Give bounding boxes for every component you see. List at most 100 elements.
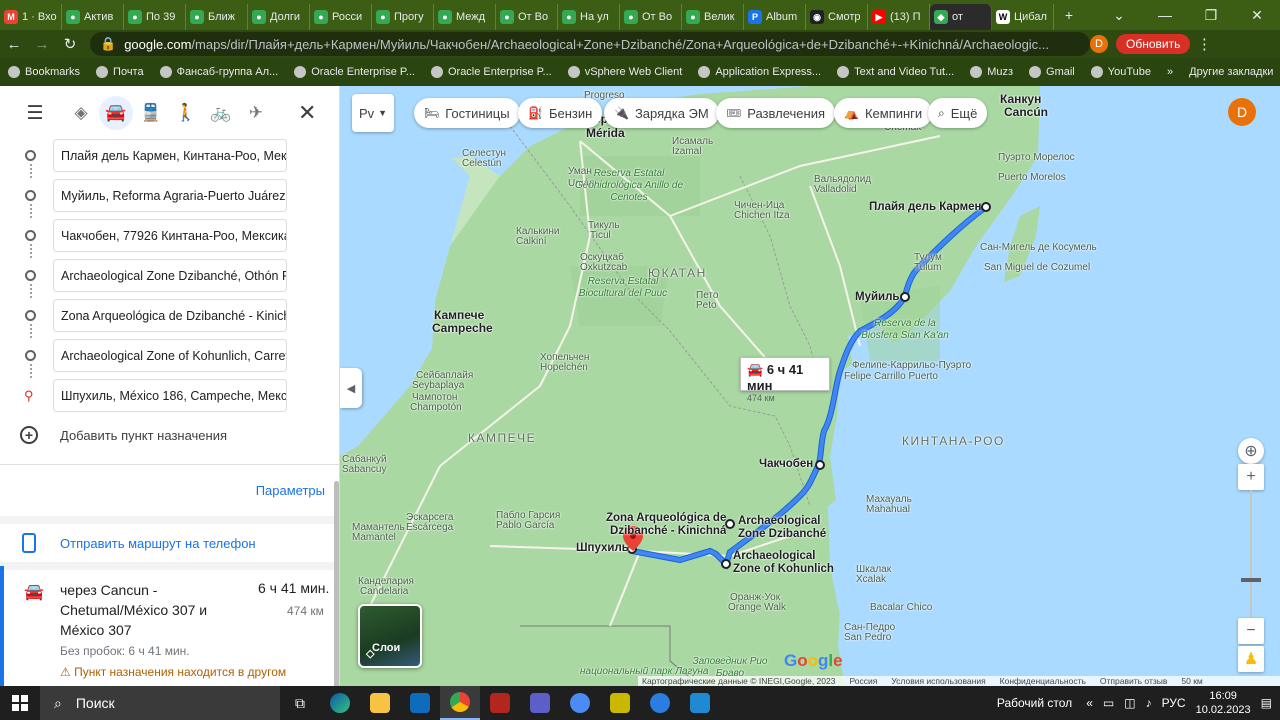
notifications-icon[interactable]: ▤ xyxy=(1261,696,1272,710)
bookmark-item[interactable]: vSphere Web Client xyxy=(567,66,682,78)
best-route-icon[interactable]: ◈ xyxy=(64,96,98,130)
waypoint-label-kohunlich[interactable]: Archaeological Zone of Kohunlich xyxy=(733,550,834,576)
browser-tab[interactable]: ● По 39 xyxy=(124,4,186,30)
taskbar-search[interactable]: ⌕ Поиск xyxy=(40,686,280,720)
bookmark-item[interactable]: Oracle Enterprise P... xyxy=(294,66,415,78)
waypoint-input[interactable]: Муйиль, Reforma Agraria-Puerto Juárez xyxy=(53,179,287,212)
new-tab-button[interactable]: + xyxy=(1054,7,1084,23)
waypoint-label-playa[interactable]: Плайя дель Кармен xyxy=(869,201,981,214)
chrome-icon[interactable] xyxy=(440,686,480,720)
hamburger-menu-icon[interactable]: ☰ xyxy=(18,96,52,130)
browser-tab[interactable]: ● Прогу xyxy=(372,4,434,30)
zoom-slider-thumb[interactable] xyxy=(1241,578,1261,582)
panel-scrollbar[interactable] xyxy=(334,481,339,686)
browser-tab[interactable]: P Album xyxy=(744,4,806,30)
bookmark-item[interactable]: Почта xyxy=(96,66,144,78)
chip-hotels[interactable]: 🛏 Гостиницы xyxy=(414,98,520,128)
transit-mode-icon[interactable]: 🚆 xyxy=(134,96,168,130)
pegman-icon[interactable]: ♟ xyxy=(1238,646,1264,672)
bookmark-item[interactable]: Gmail xyxy=(1029,66,1075,78)
browser-tab[interactable]: ● Актив xyxy=(62,4,124,30)
vscode-icon[interactable] xyxy=(680,686,720,720)
network-icon[interactable]: ◫ xyxy=(1124,696,1135,710)
app-yellow-icon[interactable] xyxy=(600,686,640,720)
map-canvas[interactable]: МеридаMéridaКанкунCancúnКампечеCampecheЮ… xyxy=(340,86,1280,686)
waypoint-label-chacchoben[interactable]: Чакчобен xyxy=(759,458,813,471)
close-directions-icon[interactable]: ✕ xyxy=(298,100,316,126)
bike-mode-icon[interactable]: 🚲 xyxy=(204,96,238,130)
waypoint-input[interactable]: Zona Arqueológica de Dzibanché - Kinichn… xyxy=(53,299,287,332)
clock[interactable]: 16:09 10.02.2023 xyxy=(1196,689,1251,717)
close-window-icon[interactable]: ✕ xyxy=(1234,7,1280,24)
waypoint-input[interactable]: Archaeological Zone Dzibanché, Othón P. … xyxy=(53,259,287,292)
bookmark-item[interactable]: Oracle Enterprise P... xyxy=(430,66,552,78)
profile-avatar[interactable]: D xyxy=(1090,35,1108,53)
bookmark-item[interactable]: Фансаб-группа Ал... xyxy=(159,66,278,78)
start-button[interactable] xyxy=(0,695,40,711)
car-mode-icon[interactable]: 🚘 xyxy=(99,96,133,130)
waypoint-label-kinichna[interactable]: Zona Arqueológica de Dzibanché - Kinichná xyxy=(606,512,726,538)
chevron-up-icon[interactable]: « xyxy=(1086,696,1093,710)
browser-tab[interactable]: ◉ Смотр xyxy=(806,4,868,30)
browser-tab[interactable]: ● От Во xyxy=(620,4,682,30)
edge-icon[interactable] xyxy=(320,686,360,720)
browser-tab[interactable]: M 1 · Вхо xyxy=(0,4,62,30)
minimize-icon[interactable]: — xyxy=(1142,7,1188,23)
parameters-link[interactable]: Параметры xyxy=(256,483,325,498)
waypoint-label-muyil[interactable]: Муйиль xyxy=(855,291,900,304)
browser-tab[interactable]: ● На ул xyxy=(558,4,620,30)
update-button[interactable]: Обновить xyxy=(1116,34,1191,54)
waypoint-input[interactable]: Чакчобен, 77926 Кинтана-Роо, Мексика xyxy=(53,219,287,252)
send-to-phone-button[interactable]: Отправить маршрут на телефон xyxy=(22,533,256,553)
bookmark-item[interactable]: Text and Video Tut... xyxy=(837,66,954,78)
task-view-icon[interactable]: ⧉ xyxy=(280,686,320,720)
back-arrow-icon[interactable]: ← xyxy=(0,36,28,53)
bookmark-item[interactable]: Application Express... xyxy=(698,66,821,78)
browser-tab[interactable]: ▶ (13) П xyxy=(868,4,930,30)
browser-tab[interactable]: ● Ближ xyxy=(186,4,248,30)
reload-icon[interactable]: ↻ xyxy=(56,35,84,53)
chip-more[interactable]: ⌕ Ещё xyxy=(928,98,988,128)
zoom-in-button[interactable]: + xyxy=(1238,464,1264,490)
layers-button[interactable]: ◇ Слои xyxy=(358,604,422,668)
bookmark-item[interactable]: Muzз xyxy=(970,66,1013,78)
collapse-panel-button[interactable]: ◀ xyxy=(340,368,362,408)
waypoint-label-xpujil[interactable]: Шпухиль xyxy=(576,542,629,555)
attribution-item[interactable]: 50 км xyxy=(1181,676,1202,686)
zoom-slider[interactable] xyxy=(1250,490,1252,618)
vpn-icon[interactable] xyxy=(640,686,680,720)
browser-tab[interactable]: ● От Во xyxy=(496,4,558,30)
waypoint-input[interactable]: Archaeological Zone of Kohunlich, Carret… xyxy=(53,339,287,372)
waypoint-input[interactable]: Плайя дель Кармен, Кинтана-Роо, Мексика xyxy=(53,139,287,172)
menu-dots-icon[interactable]: ⋮ xyxy=(1190,35,1218,53)
flight-mode-icon[interactable]: ✈ xyxy=(239,96,273,130)
attribution-item[interactable]: Отправить отзыв xyxy=(1100,676,1167,686)
chip-ev-charging[interactable]: 🔌 Зарядка ЭМ xyxy=(604,98,719,128)
add-destination-button[interactable]: + Добавить пункт назначения xyxy=(20,426,227,444)
bookmark-item[interactable]: YouTube xyxy=(1090,66,1151,78)
chip-entertainment[interactable]: 🎟 Развлечения xyxy=(716,98,835,128)
map-type-button[interactable]: Рv ▼ xyxy=(352,94,394,132)
browser-tab[interactable]: ● Росси xyxy=(310,4,372,30)
explorer-icon[interactable] xyxy=(360,686,400,720)
mail-icon[interactable] xyxy=(400,686,440,720)
walk-mode-icon[interactable]: 🚶 xyxy=(169,96,203,130)
waypoint-input[interactable]: Шпухиль, México 186, Campeche, Мексика xyxy=(53,379,287,412)
zoom-out-button[interactable]: − xyxy=(1238,618,1264,644)
other-bookmarks[interactable]: Другие закладки xyxy=(1189,66,1273,78)
browser-tab[interactable]: ◆ от xyxy=(930,4,992,30)
attribution-item[interactable]: Условия использования xyxy=(891,676,985,686)
route-option[interactable]: 🚘 через Cancun - Chetumal/México 307 и M… xyxy=(0,566,336,686)
tab-search-icon[interactable]: ⌄ xyxy=(1096,7,1142,24)
route-duration-callout[interactable]: 🚘 6 ч 41 мин 474 км xyxy=(740,357,830,403)
browser-tab[interactable]: ● Велик xyxy=(682,4,744,30)
desktop-label[interactable]: Рабочий стол xyxy=(997,696,1072,710)
browser-tab[interactable]: ● Межд xyxy=(434,4,496,30)
forward-arrow-icon[interactable]: → xyxy=(28,36,56,53)
browser-tab[interactable]: ● Долги xyxy=(248,4,310,30)
battery-icon[interactable]: ▭ xyxy=(1103,696,1114,710)
my-location-button[interactable]: ⊕ xyxy=(1238,438,1264,464)
volume-icon[interactable]: ♪ xyxy=(1146,696,1152,710)
waypoint-label-dzibanche[interactable]: Archaeological Zone Dzibanché xyxy=(738,515,826,541)
save-disk-icon[interactable] xyxy=(520,686,560,720)
